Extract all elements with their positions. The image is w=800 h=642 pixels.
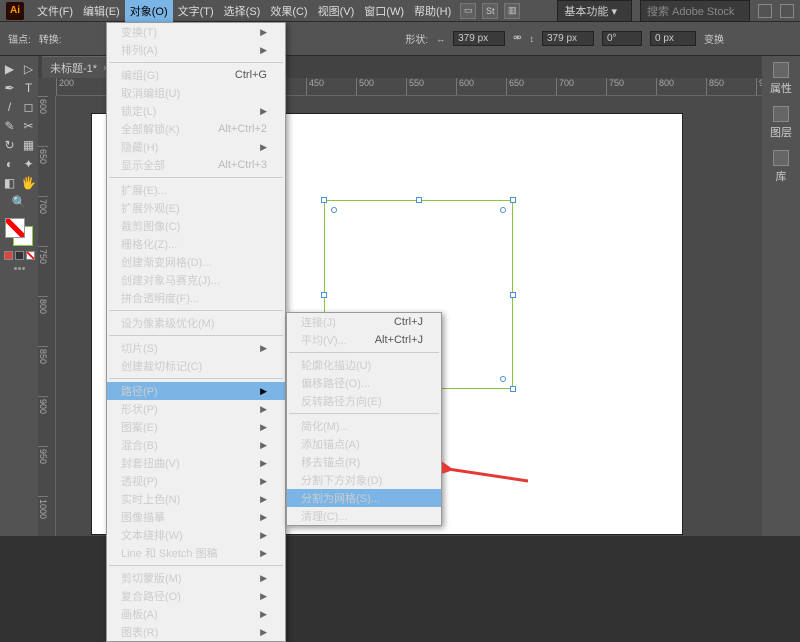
window-min-icon[interactable]	[758, 4, 772, 18]
gradient-tool[interactable]: ◐	[1, 155, 19, 173]
menu-item[interactable]: 创建渐变网格(D)...	[107, 253, 285, 271]
search-input[interactable]: 搜索 Adobe Stock	[640, 0, 750, 22]
menu-item[interactable]: 设为像素级优化(M)	[107, 314, 285, 332]
menu-item[interactable]: 平均(V)...Alt+Ctrl+J	[287, 331, 441, 349]
menu-7[interactable]: 窗口(W)	[359, 0, 409, 22]
menu-item[interactable]: 图案(E)▶	[107, 418, 285, 436]
direct-selection-tool[interactable]: ▷	[20, 60, 38, 78]
menu-item: 分割下方对象(D)	[287, 471, 441, 489]
app-logo: Ai	[6, 2, 24, 20]
menu-item[interactable]: 轮廓化描边(U)	[287, 356, 441, 374]
layers-panel-icon[interactable]: 图层	[770, 106, 792, 140]
menu-item[interactable]: 编组(G)Ctrl+G	[107, 66, 285, 84]
menu-item: 移去锚点(R)	[287, 453, 441, 471]
line-tool[interactable]: /	[1, 98, 19, 116]
window-max-icon[interactable]	[780, 4, 794, 18]
workspace-switcher[interactable]: 基本功能 ▾	[557, 0, 632, 22]
menu-item: Line 和 Sketch 图稿▶	[107, 544, 285, 562]
menu-item[interactable]: 添加锚点(A)	[287, 435, 441, 453]
height-input[interactable]: 379 px	[542, 31, 594, 46]
rotate-input[interactable]: 0°	[602, 31, 642, 46]
anchor-label: 锚点:	[8, 31, 31, 46]
scissors-tool[interactable]: ✂	[20, 117, 38, 135]
tab-title: 未标题-1*	[50, 60, 97, 76]
menu-item: 反转路径方向(E)	[287, 392, 441, 410]
menu-item[interactable]: 偏移路径(O)...	[287, 374, 441, 392]
toolbar: ▶▷ ✒T /◻ ✎✂ ↻▦ ◐✦ ◧🖐 🔍	[0, 56, 38, 536]
layout-icon[interactable]: ▭	[460, 3, 476, 19]
menu-4[interactable]: 选择(S)	[219, 0, 266, 22]
properties-panel-icon[interactable]: 属性	[770, 62, 792, 96]
menu-item[interactable]: 分割为网格(S)...	[287, 489, 441, 507]
menu-item: 创建对象马赛克(J)...	[107, 271, 285, 289]
panel-dock: 属性 图层 库	[762, 56, 800, 536]
menu-item: 全部解锁(K)Alt+Ctrl+2	[107, 120, 285, 138]
menu-item[interactable]: 图表(R)▶	[107, 623, 285, 641]
menu-item[interactable]: 复合路径(O)▶	[107, 587, 285, 605]
rotate-tool[interactable]: ↻	[1, 136, 19, 154]
width-input[interactable]: 379 px	[453, 31, 505, 46]
menu-item: 显示全部Alt+Ctrl+3	[107, 156, 285, 174]
menu-item[interactable]: 锁定(L)▶	[107, 102, 285, 120]
menu-0[interactable]: 文件(F)	[32, 0, 78, 22]
menu-item: 取消编组(U)	[107, 84, 285, 102]
libraries-panel-icon[interactable]: 库	[773, 150, 789, 184]
menu-3[interactable]: 文字(T)	[173, 0, 219, 22]
menu-item[interactable]: 透视(P)▶	[107, 472, 285, 490]
menu-6[interactable]: 视图(V)	[313, 0, 360, 22]
hand-tool[interactable]: 🖐	[20, 174, 38, 192]
menu-item[interactable]: 画板(A)▶	[107, 605, 285, 623]
menu-item[interactable]: 变换(T)▶	[107, 23, 285, 41]
type-tool[interactable]: T	[20, 79, 38, 97]
menu-item[interactable]: 混合(B)▶	[107, 436, 285, 454]
menu-item[interactable]: 剪切蒙版(M)▶	[107, 569, 285, 587]
rectangle-tool[interactable]: ◻	[20, 98, 38, 116]
menu-item[interactable]: 清理(C)...	[287, 507, 441, 525]
path-submenu-dropdown[interactable]: 连接(J)Ctrl+J平均(V)...Alt+Ctrl+J 轮廓化描边(U)偏移路…	[286, 312, 442, 526]
menu-item[interactable]: 创建裁切标记(C)	[107, 357, 285, 375]
fill-stroke-swatch[interactable]	[5, 218, 33, 246]
menu-item[interactable]: 连接(J)Ctrl+J	[287, 313, 441, 331]
menu-1[interactable]: 编辑(E)	[78, 0, 125, 22]
transform-label[interactable]: 变换	[704, 31, 724, 46]
menu-2[interactable]: 对象(O)	[125, 0, 173, 22]
shape-label: 形状:	[405, 31, 428, 46]
menu-item[interactable]: 排列(A)▶	[107, 41, 285, 59]
menu-item[interactable]: 图像描摹▶	[107, 508, 285, 526]
menu-item[interactable]: 封套扭曲(V)▶	[107, 454, 285, 472]
corner-input[interactable]: 0 px	[650, 31, 696, 46]
menu-item[interactable]: 路径(P)▶	[107, 382, 285, 400]
selection-tool[interactable]: ▶	[1, 60, 19, 78]
menu-item[interactable]: 扩展(E)...	[107, 181, 285, 199]
menu-item[interactable]: 形状(P)▶	[107, 400, 285, 418]
pen-tool[interactable]: ✒	[1, 79, 19, 97]
symbol-tool[interactable]: ✦	[20, 155, 38, 173]
menu-item: 扩展外观(E)	[107, 199, 285, 217]
brush-tool[interactable]: ✎	[1, 117, 19, 135]
annotation-arrow	[442, 461, 532, 487]
menu-item[interactable]: 拼合透明度(F)...	[107, 289, 285, 307]
menu-item[interactable]: 实时上色(N)▶	[107, 490, 285, 508]
st-icon[interactable]: St	[482, 3, 498, 19]
menu-8[interactable]: 帮助(H)	[409, 0, 456, 22]
grid-tool[interactable]: ▦	[20, 136, 38, 154]
menu-item[interactable]: 栅格化(Z)...	[107, 235, 285, 253]
menubar: 文件(F)编辑(E)对象(O)文字(T)选择(S)效果(C)视图(V)窗口(W)…	[32, 0, 456, 22]
menu-item[interactable]: 隐藏(H)▶	[107, 138, 285, 156]
menu-item[interactable]: 简化(M)...	[287, 417, 441, 435]
convert-label: 转换:	[39, 31, 62, 46]
menu-item: 裁剪图像(C)	[107, 217, 285, 235]
ruler-vertical: 6006507007508008509009501000	[38, 96, 56, 536]
zoom-tool[interactable]: 🔍	[10, 193, 28, 211]
menu-item[interactable]: 切片(S)▶	[107, 339, 285, 357]
arrange-icon[interactable]: ▥	[504, 3, 520, 19]
object-menu-dropdown[interactable]: 变换(T)▶排列(A)▶ 编组(G)Ctrl+G取消编组(U)锁定(L)▶全部解锁…	[106, 22, 286, 642]
menu-5[interactable]: 效果(C)	[265, 0, 312, 22]
menu-item[interactable]: 文本绕排(W)▶	[107, 526, 285, 544]
artboard-tool[interactable]: ◧	[1, 174, 19, 192]
